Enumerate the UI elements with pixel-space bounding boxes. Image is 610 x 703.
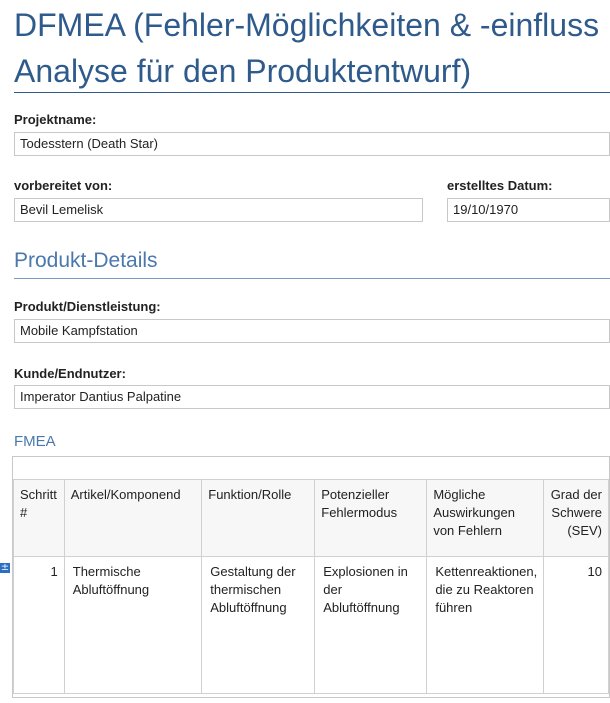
cell-failure-mode[interactable]: Explosionen in der Abluftöffnung: [314, 556, 428, 694]
table-row[interactable]: 1 Thermische Abluftöffnung Gestaltung de…: [13, 556, 609, 694]
project-name-label: Projektname:: [14, 112, 97, 127]
created-date-label: erstelltes Datum:: [447, 178, 553, 193]
prepared-by-label: vorbereitet von:: [14, 178, 113, 193]
column-header-step: Schritt #: [13, 479, 65, 557]
created-date-field[interactable]: 19/10/1970: [447, 198, 610, 222]
customer-field[interactable]: Imperator Dantius Palpatine: [14, 385, 610, 409]
column-header-function: Funktion/Rolle: [201, 479, 316, 557]
product-field[interactable]: Mobile Kampfstation: [14, 319, 610, 343]
plus-icon[interactable]: ±: [0, 563, 10, 573]
cell-effects[interactable]: Kettenreaktionen, die zu Reaktoren führe…: [426, 556, 545, 694]
product-details-divider: [14, 278, 610, 279]
title-divider: [14, 92, 610, 93]
product-details-heading: Produkt-Details: [14, 249, 158, 272]
column-header-severity: Grad der Schwere (SEV): [543, 479, 609, 557]
fmea-table-container: Schritt # Artikel/Komponend Funktion/Rol…: [12, 456, 610, 698]
project-name-field[interactable]: Todesstern (Death Star): [14, 132, 610, 156]
cell-function[interactable]: Gestaltung der thermischen Abluftöffnung: [201, 556, 316, 694]
cell-severity[interactable]: 10: [543, 556, 609, 694]
cell-step[interactable]: 1: [13, 556, 65, 694]
cell-item[interactable]: Thermische Abluftöffnung: [63, 556, 203, 694]
fmea-heading: FMEA: [14, 433, 56, 450]
column-header-item: Artikel/Komponend: [63, 479, 203, 557]
prepared-by-field[interactable]: Bevil Lemelisk: [14, 198, 423, 222]
product-label: Produkt/Dienstleistung:: [14, 299, 161, 314]
customer-label: Kunde/Endnutzer:: [14, 366, 126, 381]
table-header-row: Schritt # Artikel/Komponend Funktion/Rol…: [13, 479, 609, 557]
column-header-failure-mode: Potenzieller Fehlermodus: [314, 479, 428, 557]
fmea-table: Schritt # Artikel/Komponend Funktion/Rol…: [13, 479, 609, 694]
column-header-effects: Mögliche Auswirkungen von Fehlern: [426, 479, 545, 557]
page-title: DFMEA (Fehler-Möglichkeiten & -einfluss …: [14, 7, 600, 89]
